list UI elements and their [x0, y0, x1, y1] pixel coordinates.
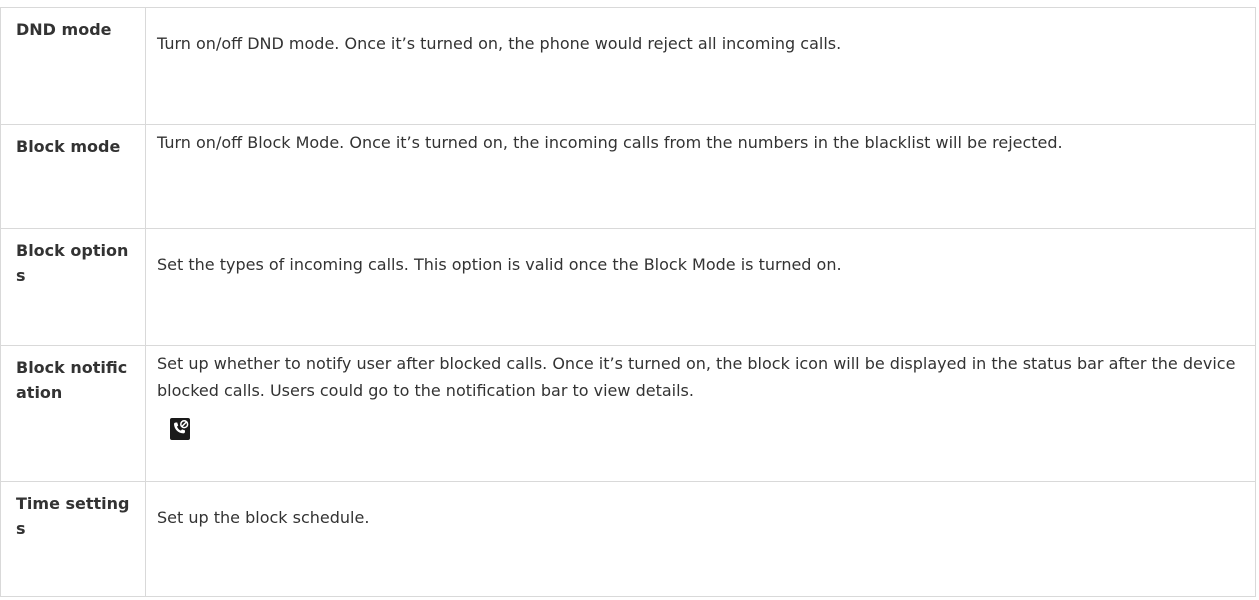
blocked-call-icon [170, 418, 190, 440]
table-row: Time settings Set up the block schedule. [0, 481, 1256, 597]
setting-description: Set up the block schedule. [145, 481, 1256, 597]
table-row: Block notification Set up whether to not… [0, 345, 1256, 482]
table-row: Block mode Turn on/off Block Mode. Once … [0, 124, 1256, 229]
setting-name: Block notification [0, 345, 146, 482]
setting-description: Turn on/off Block Mode. Once it’s turned… [145, 124, 1256, 229]
setting-description: Turn on/off DND mode. Once it’s turned o… [145, 7, 1256, 125]
setting-description-cell: Set up whether to notify user after bloc… [145, 345, 1256, 482]
setting-description: Set up whether to notify user after bloc… [157, 354, 1236, 400]
table-row: DND mode Turn on/off DND mode. Once it’s… [0, 7, 1256, 125]
setting-name: DND mode [0, 7, 146, 125]
settings-table: DND mode Turn on/off DND mode. Once it’s… [0, 7, 1256, 597]
setting-name: Time settings [0, 481, 146, 597]
setting-description: Set the types of incoming calls. This op… [145, 228, 1256, 346]
setting-name: Block mode [0, 124, 146, 229]
setting-name: Block options [0, 228, 146, 346]
table-row: Block options Set the types of incoming … [0, 228, 1256, 346]
